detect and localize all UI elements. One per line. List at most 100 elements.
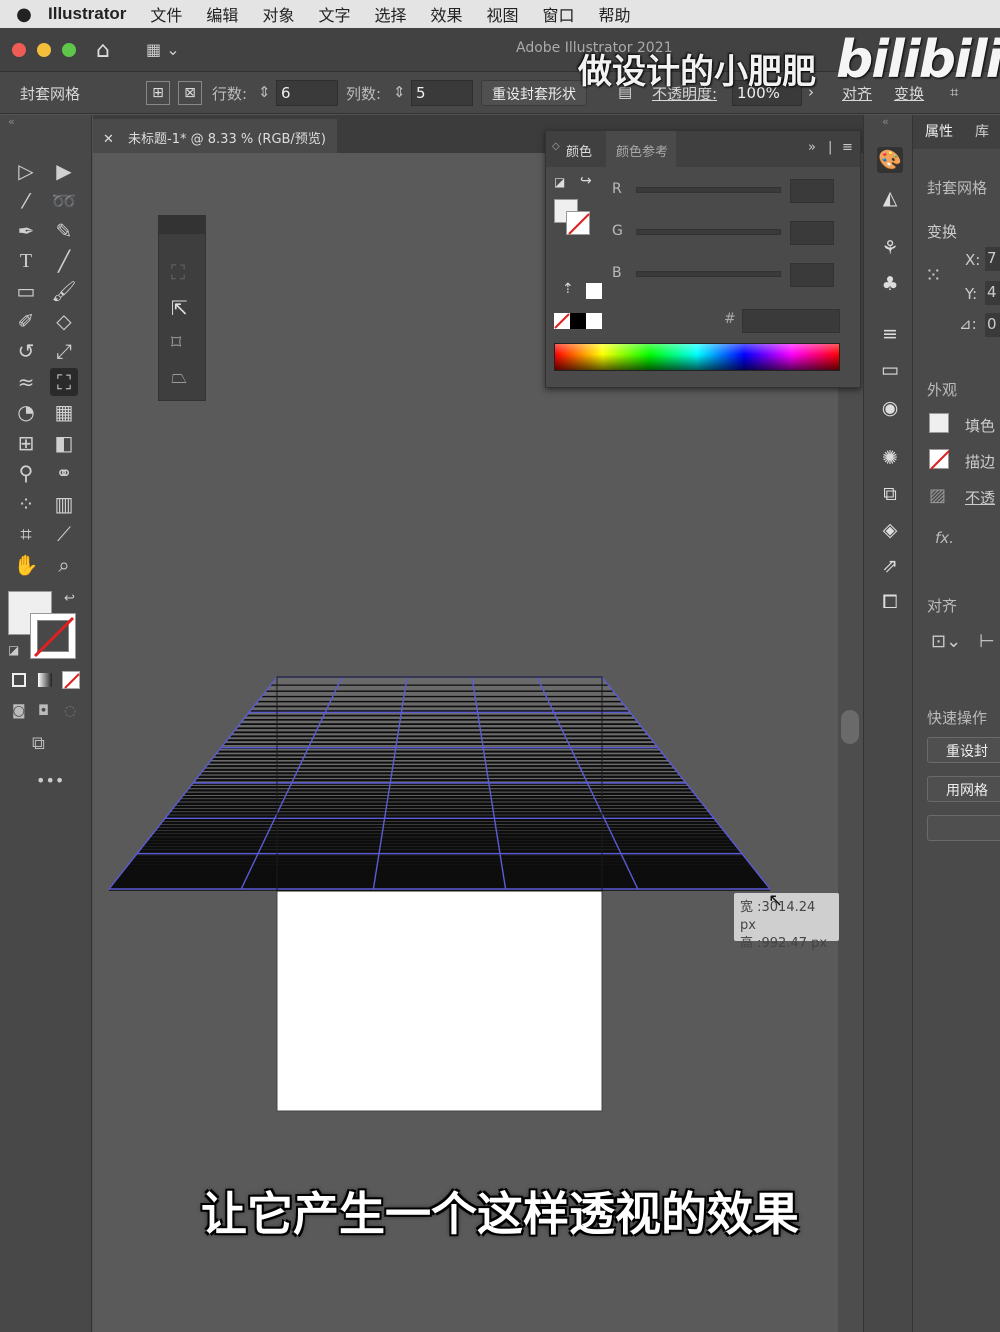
- magic-wand-tool-icon[interactable]: ⁄: [12, 187, 40, 215]
- menu-object[interactable]: 对象: [262, 2, 294, 26]
- apple-icon[interactable]: ●: [0, 4, 48, 25]
- appearance-icon[interactable]: ✺: [877, 445, 903, 471]
- symbol-sprayer-tool-icon[interactable]: ⁘: [12, 490, 40, 518]
- draw-normal-icon[interactable]: ◙: [12, 703, 26, 719]
- zoom-window-button[interactable]: [62, 43, 76, 57]
- edit-contents-icon[interactable]: ⊠: [178, 81, 202, 105]
- black-swatch[interactable]: [570, 313, 586, 329]
- appearance-stroke-swatch[interactable]: [929, 449, 950, 470]
- shaper-tool-icon[interactable]: ✐: [12, 307, 40, 335]
- symbols-icon[interactable]: ♣: [877, 271, 903, 297]
- artboards-icon[interactable]: ⧠: [877, 589, 903, 615]
- stroke-label[interactable]: 描边: [965, 451, 995, 472]
- perspective-grid-tool-icon[interactable]: ▦: [50, 398, 78, 426]
- free-distort-icon[interactable]: ⏢: [171, 364, 187, 388]
- quick-mesh-button[interactable]: 用网格: [927, 776, 1000, 802]
- reference-point-icon[interactable]: ⁙: [925, 263, 942, 287]
- workspace-layout-icon[interactable]: ▦ ⌄: [146, 40, 180, 59]
- direct-selection-tool-icon[interactable]: ▶: [50, 157, 78, 185]
- export-icon[interactable]: ⇗: [877, 553, 903, 579]
- stroke-swatch[interactable]: [30, 613, 76, 659]
- more-tools-icon[interactable]: •••: [36, 771, 64, 790]
- edit-envelope-icon[interactable]: ⊞: [146, 81, 170, 105]
- type-tool-icon[interactable]: T: [12, 247, 40, 275]
- line-tool-icon[interactable]: ╱: [50, 247, 78, 275]
- menu-view[interactable]: 视图: [487, 2, 519, 26]
- menu-type[interactable]: 文字: [318, 2, 350, 26]
- color-panel-icon[interactable]: 🎨: [877, 147, 903, 173]
- panel-menu-icon[interactable]: ≡: [842, 140, 853, 155]
- menu-file[interactable]: 文件: [150, 2, 182, 26]
- menu-effect[interactable]: 效果: [430, 2, 462, 26]
- free-transform-tool-icon[interactable]: ⛶: [50, 368, 78, 396]
- rectangle-tool-icon[interactable]: ▭: [12, 277, 40, 305]
- tab-properties[interactable]: 属性: [925, 121, 953, 141]
- close-tab-icon[interactable]: ✕: [103, 132, 114, 147]
- expand-icon[interactable]: »: [808, 140, 816, 155]
- quick-reset-button[interactable]: 重设封: [927, 737, 1000, 763]
- angle-input[interactable]: 0: [985, 313, 1000, 337]
- panel-stroke-swatch[interactable]: [566, 211, 590, 235]
- scale-tool-icon[interactable]: ⤢: [50, 337, 78, 365]
- brushes-icon[interactable]: ⚘: [877, 235, 903, 261]
- transparency-icon[interactable]: ◉: [877, 395, 903, 421]
- pen-tool-icon[interactable]: ✒: [12, 217, 40, 245]
- r-slider[interactable]: [636, 187, 781, 193]
- free-transform-icon[interactable]: ⇱: [171, 296, 188, 320]
- color-spectrum[interactable]: [554, 343, 840, 371]
- gamut-swatch[interactable]: [586, 283, 602, 299]
- tab-color[interactable]: 颜色: [566, 141, 592, 160]
- menu-app-name[interactable]: Illustrator: [48, 4, 126, 24]
- perspective-distort-icon[interactable]: ⌑: [171, 330, 181, 354]
- menu-select[interactable]: 选择: [374, 2, 406, 26]
- tab-libraries[interactable]: 库: [975, 121, 989, 141]
- cols-stepper-icon[interactable]: ⇕: [393, 83, 406, 101]
- slice-tool-icon[interactable]: ⟋: [50, 520, 78, 548]
- gradient-tool-icon[interactable]: ◧: [50, 429, 78, 457]
- stroke-icon[interactable]: ≡: [877, 321, 903, 347]
- minimize-window-button[interactable]: [37, 43, 51, 57]
- default-colors-icon[interactable]: ◪: [8, 643, 19, 657]
- zoom-tool-icon[interactable]: ⌕: [50, 551, 78, 579]
- collapse-panels-icon[interactable]: «: [882, 115, 889, 128]
- r-input[interactable]: [790, 179, 834, 203]
- none-mode-icon[interactable]: [62, 671, 80, 689]
- selection-tool-icon[interactable]: ▷: [12, 157, 40, 185]
- home-icon[interactable]: ⌂: [96, 38, 110, 63]
- none-swatch[interactable]: [554, 313, 570, 329]
- paintbrush-tool-icon[interactable]: 🖌: [50, 277, 78, 305]
- warp-tool-icon[interactable]: ≈: [12, 368, 40, 396]
- column-graph-tool-icon[interactable]: ▥: [50, 490, 78, 518]
- graphic-styles-icon[interactable]: ⧉: [877, 481, 903, 507]
- b-slider[interactable]: [636, 271, 781, 277]
- screen-mode-icon[interactable]: ⧉: [32, 733, 45, 754]
- constrain-icon[interactable]: ⛶: [171, 260, 185, 284]
- scrollbar-thumb[interactable]: [841, 710, 859, 744]
- collapse-icon[interactable]: «: [8, 115, 15, 128]
- color-guide-icon[interactable]: ◭: [877, 185, 903, 211]
- color-mode-icon[interactable]: [12, 673, 26, 687]
- menu-window[interactable]: 窗口: [543, 2, 575, 26]
- b-input[interactable]: [790, 263, 834, 287]
- close-window-button[interactable]: [12, 43, 26, 57]
- swap-icon[interactable]: ↪: [580, 173, 592, 189]
- draw-inside-icon[interactable]: ◌: [64, 703, 76, 719]
- hex-input[interactable]: [742, 309, 840, 333]
- opacity-label[interactable]: 不透: [965, 487, 995, 508]
- rotate-tool-icon[interactable]: ↺: [12, 337, 40, 365]
- gradient-mode-icon[interactable]: [38, 673, 52, 687]
- layers-icon[interactable]: ◈: [877, 517, 903, 543]
- align-to-icon[interactable]: ⊡⌄: [931, 631, 961, 652]
- quick-action-button-3[interactable]: [927, 815, 1000, 841]
- eyedropper-tool-icon[interactable]: ⚲: [12, 459, 40, 487]
- menu-help[interactable]: 帮助: [599, 2, 631, 26]
- hand-tool-icon[interactable]: ✋: [12, 551, 40, 579]
- curvature-tool-icon[interactable]: ✎: [50, 217, 78, 245]
- menu-edit[interactable]: 编辑: [206, 2, 238, 26]
- white-rectangle[interactable]: [276, 890, 603, 1112]
- g-slider[interactable]: [636, 229, 781, 235]
- eraser-tool-icon[interactable]: ◇: [50, 307, 78, 335]
- lasso-tool-icon[interactable]: ➿: [50, 187, 78, 215]
- artboard-tool-icon[interactable]: ⌗: [12, 520, 40, 548]
- reset-envelope-button[interactable]: 重设封套形状: [481, 80, 587, 106]
